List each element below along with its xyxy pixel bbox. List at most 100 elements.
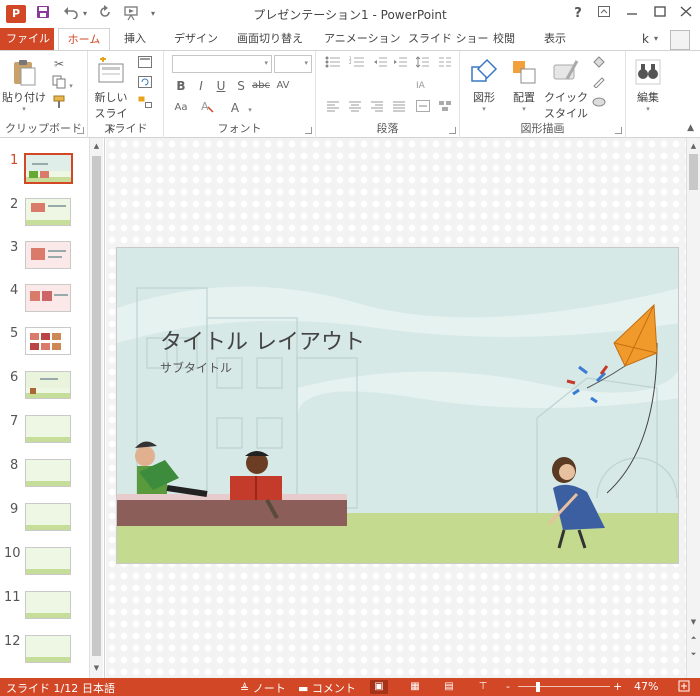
slide-thumbnail-8[interactable] [25,459,71,487]
comments-button[interactable]: ▬ コメント [298,680,356,696]
collapse-ribbon-icon[interactable]: ▲ [687,123,694,133]
help-icon[interactable]: ? [566,4,590,24]
underline-button[interactable]: U [210,77,232,95]
zoom-in-button[interactable]: + [613,680,622,693]
change-case-button[interactable]: Aa [170,99,192,117]
tab-home[interactable]: ホーム [58,28,110,51]
columns-icon[interactable] [434,55,456,73]
slide-thumbnail-5[interactable] [25,327,71,355]
align-text-icon[interactable] [412,99,434,117]
font-name-combo[interactable]: ▾ [172,55,272,73]
shadow-button[interactable]: S [230,77,252,95]
copy-dropdown-icon[interactable]: ▾ [66,75,76,93]
shape-effects-icon[interactable] [588,95,610,113]
cut-icon[interactable]: ✂ [48,55,70,73]
format-painter-icon[interactable] [48,95,70,113]
reset-slide-icon[interactable] [134,75,156,93]
strikethrough-button[interactable]: abc [250,77,272,95]
thumbnail-scrollbar[interactable]: ▲ ▼ [89,138,103,678]
tab-transitions[interactable]: 画面切り替え [231,28,309,50]
slide-thumbnail-11[interactable] [25,591,71,619]
slide-thumbnail-6[interactable] [25,371,71,399]
scroll-up-arrow-icon[interactable]: ▲ [90,140,103,153]
paste-button[interactable]: 貼り付け ▾ [2,57,46,113]
next-slide-icon[interactable]: ⏷ [687,648,700,661]
slide-thumbnail-4[interactable] [25,284,71,312]
slide-sorter-view-icon[interactable]: ▦ [406,680,424,694]
section-icon[interactable] [134,95,156,113]
slide-show-view-icon[interactable]: ⊤ [474,680,492,694]
quick-styles-button[interactable]: クイック スタイル [544,57,588,121]
slide-thumbnail-10[interactable] [25,547,71,575]
editing-button[interactable]: 編集 ▾ [628,57,668,113]
shapes-dropdown-icon[interactable]: ▾ [464,105,504,113]
tab-view[interactable]: 表示 [538,28,572,50]
zoom-slider-knob[interactable] [536,682,540,692]
align-right-icon[interactable] [366,99,388,117]
maximize-icon[interactable] [648,4,672,24]
line-spacing-icon[interactable] [412,55,434,73]
slide-thumbnail-1[interactable] [24,153,73,184]
slide-thumbnail-9[interactable] [25,503,71,531]
clear-format-icon[interactable]: A [196,99,218,117]
notes-button[interactable]: ≜ ノート [240,680,286,696]
italic-button[interactable]: I [190,77,212,95]
shape-outline-icon[interactable] [588,75,610,93]
smartart-icon[interactable] [434,99,456,117]
slide-thumbnail-7[interactable] [25,415,71,443]
close-icon[interactable] [674,4,698,24]
align-left-icon[interactable] [322,99,344,117]
zoom-level[interactable]: 47% [634,680,658,693]
bullets-icon[interactable] [322,55,344,73]
justify-icon[interactable] [388,99,410,117]
font-size-combo[interactable]: ▾ [274,55,312,73]
zoom-out-button[interactable]: - [506,680,510,693]
increase-indent-icon[interactable] [390,55,412,73]
minimize-icon[interactable] [620,4,644,24]
slide-canvas[interactable]: タイトル レイアウト サブタイトル [116,247,679,564]
layout-icon[interactable] [134,55,156,73]
paste-dropdown-icon[interactable]: ▾ [2,105,46,113]
shapes-button[interactable]: 図形 ▾ [464,57,504,113]
language-indicator[interactable]: 日本語 [82,680,115,696]
editing-dropdown-icon[interactable]: ▾ [628,105,668,113]
font-color-dropdown-icon[interactable]: ▾ [244,99,256,117]
user-dropdown-icon[interactable]: ▾ [654,34,658,43]
paragraph-launcher-icon[interactable] [449,127,456,134]
zoom-slider[interactable] [518,686,610,687]
slide-editing-area[interactable]: タイトル レイアウト サブタイトル [106,138,686,678]
slide-thumbnail-12[interactable] [25,635,71,663]
align-center-icon[interactable] [344,99,366,117]
fit-slide-icon[interactable] [678,680,690,695]
decrease-indent-icon[interactable] [370,55,392,73]
scrollbar-thumb[interactable] [689,154,698,190]
scroll-down-arrow-icon[interactable]: ▼ [90,662,103,675]
slide-scrollbar[interactable]: ▲ ▼ ⏶ ⏷ [686,138,700,678]
numbering-icon[interactable]: 12 [346,55,368,73]
slide-subtitle[interactable]: サブタイトル [160,359,232,376]
tab-review[interactable]: 校閲 [487,28,521,50]
font-color-button[interactable]: A [224,99,246,117]
arrange-dropdown-icon[interactable]: ▾ [504,105,544,113]
slide-thumbnail-3[interactable] [25,241,71,269]
tab-insert[interactable]: 挿入 [118,28,152,50]
scrollbar-thumb[interactable] [92,156,101,656]
avatar[interactable] [670,30,690,50]
tab-animations[interactable]: アニメーション [318,28,407,50]
ribbon-display-icon[interactable] [592,4,616,24]
tab-design[interactable]: デザイン [168,28,224,50]
slide-thumbnail-2[interactable] [25,198,71,226]
user-name[interactable]: k [642,32,649,46]
tab-file[interactable]: ファイル [0,28,54,50]
slide-title[interactable]: タイトル レイアウト [160,324,365,356]
drawing-launcher-icon[interactable] [615,127,622,134]
scroll-down-arrow-icon[interactable]: ▼ [687,616,700,629]
clipboard-launcher-icon[interactable] [77,127,84,134]
arrange-button[interactable]: 配置 ▾ [504,57,544,113]
previous-slide-icon[interactable]: ⏶ [687,632,700,645]
font-launcher-icon[interactable] [305,127,312,134]
scroll-up-arrow-icon[interactable]: ▲ [687,140,700,153]
text-direction-icon[interactable]: IA [412,77,434,95]
bold-button[interactable]: B [170,77,192,95]
shape-fill-icon[interactable] [588,55,610,73]
